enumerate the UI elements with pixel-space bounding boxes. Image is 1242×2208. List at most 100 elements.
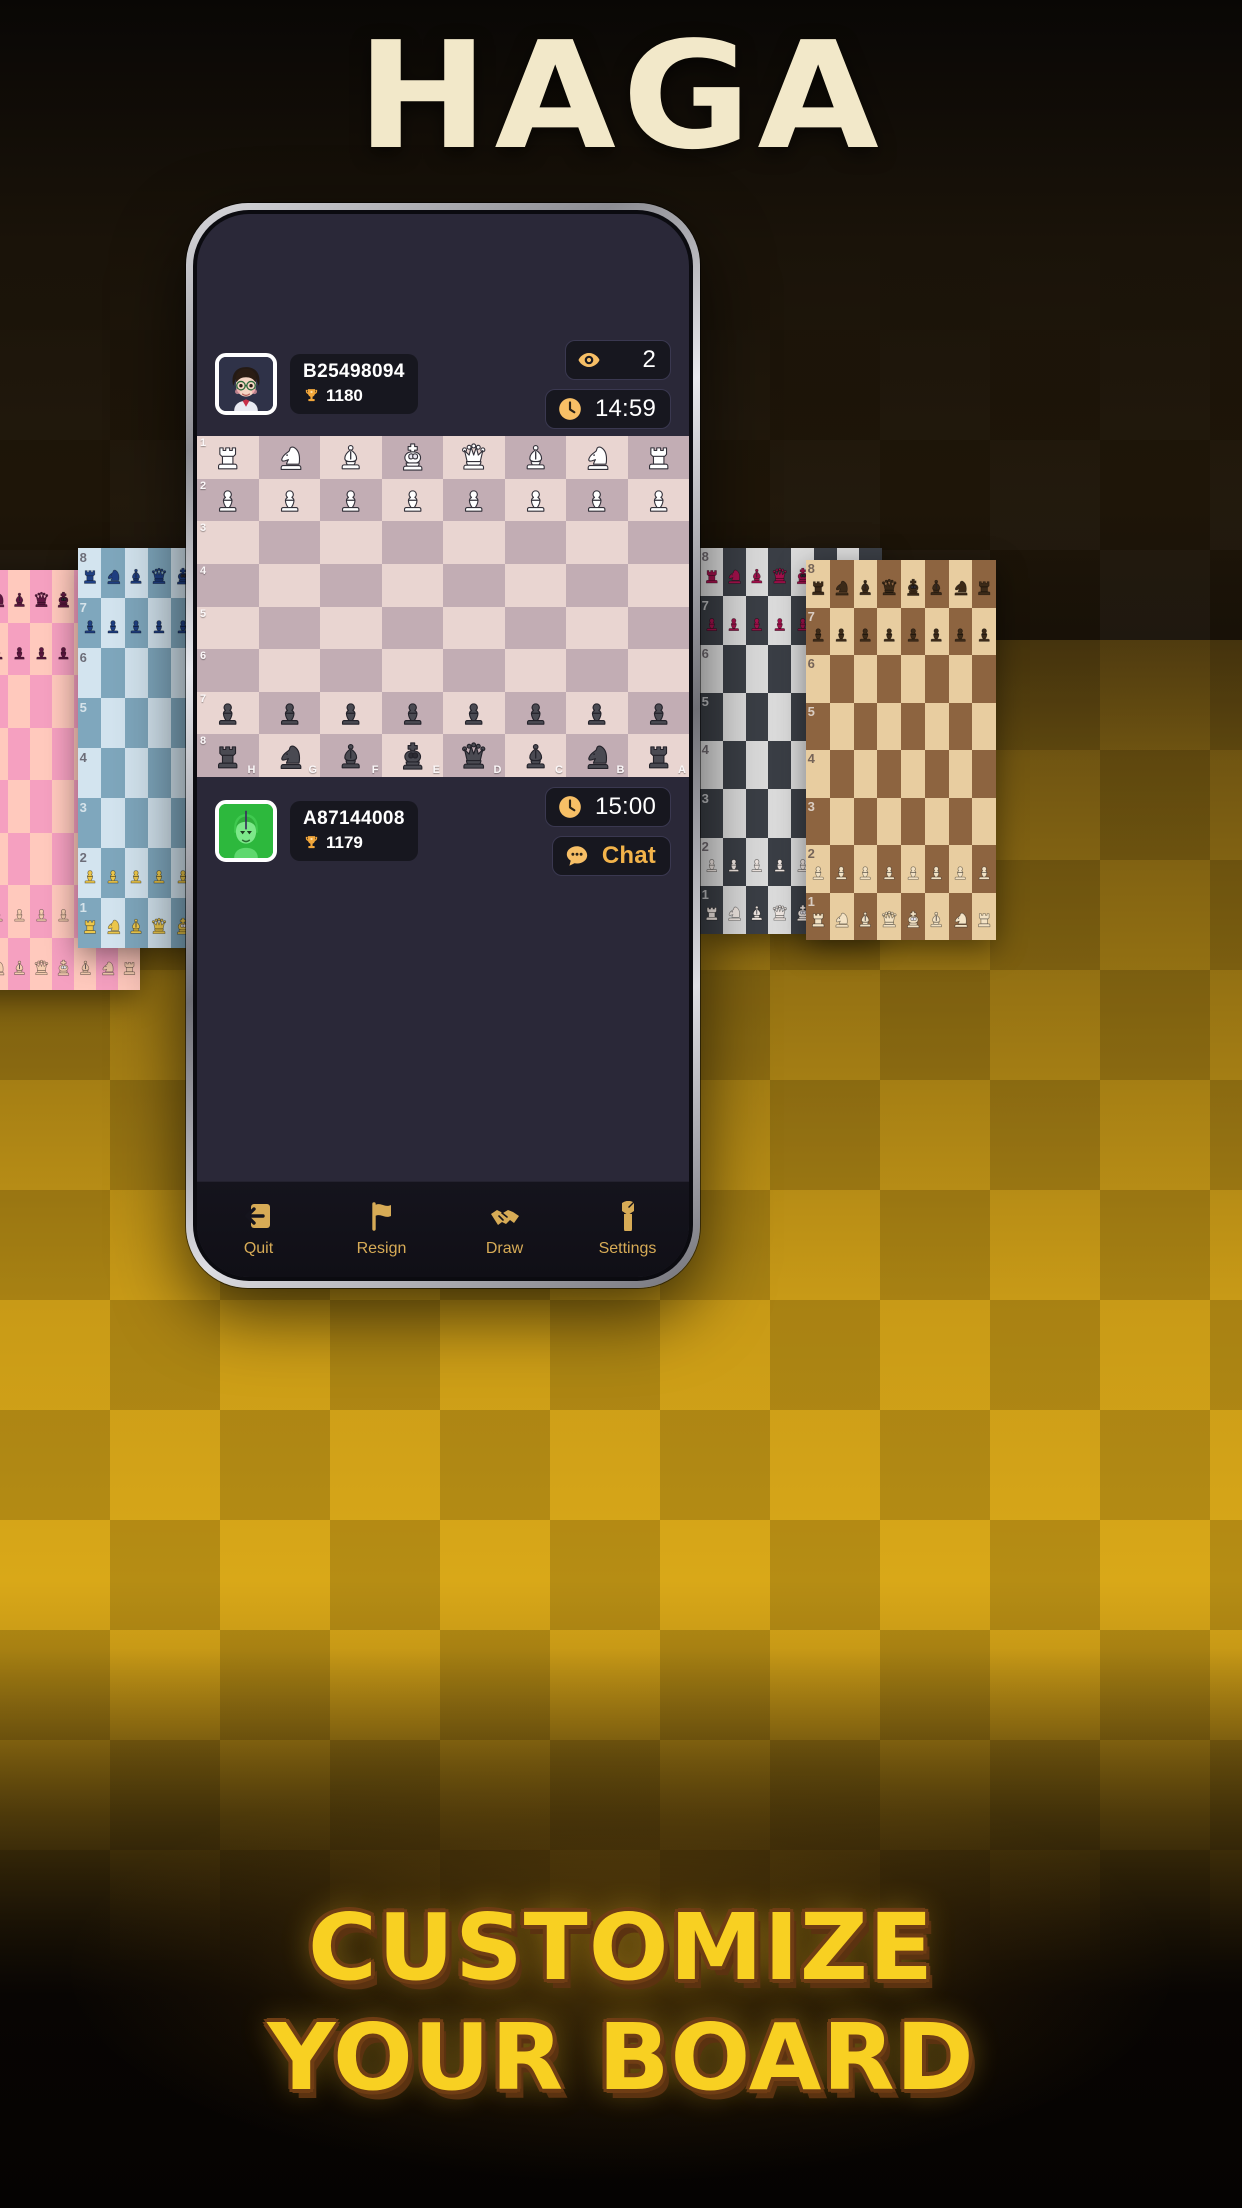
nav-item-quit[interactable]: Quit xyxy=(197,1201,320,1258)
board-square[interactable] xyxy=(504,521,566,564)
chess-piece[interactable] xyxy=(448,695,500,731)
board-square[interactable]: 3 xyxy=(197,521,259,564)
chess-piece[interactable] xyxy=(386,482,438,518)
board-square[interactable] xyxy=(443,649,505,692)
chess-piece[interactable] xyxy=(632,439,684,475)
chess-piece[interactable] xyxy=(509,482,561,518)
board-square[interactable]: 7 xyxy=(197,691,259,735)
board-square[interactable] xyxy=(258,521,320,564)
board-square[interactable] xyxy=(443,563,505,607)
board-square[interactable] xyxy=(504,563,566,607)
chess-piece[interactable] xyxy=(571,439,623,475)
board-square[interactable] xyxy=(258,691,320,735)
nav-item-draw[interactable]: Draw xyxy=(443,1201,566,1258)
board-square[interactable] xyxy=(258,436,320,479)
board-square[interactable] xyxy=(320,478,382,522)
board-square[interactable] xyxy=(504,691,566,735)
board-square[interactable] xyxy=(627,478,689,522)
nav-item-settings[interactable]: Settings xyxy=(566,1201,689,1258)
avatar-player-icon[interactable] xyxy=(215,800,277,862)
board-square[interactable]: A xyxy=(627,734,689,777)
board-square[interactable] xyxy=(381,521,443,564)
board-square[interactable]: D xyxy=(443,734,505,777)
board-square[interactable]: 8H xyxy=(197,734,259,777)
board-square[interactable] xyxy=(566,436,628,479)
board-square[interactable] xyxy=(566,563,628,607)
board-square[interactable] xyxy=(566,649,628,692)
board-square[interactable] xyxy=(258,563,320,607)
chess-piece[interactable] xyxy=(509,695,561,731)
chess-piece[interactable] xyxy=(632,695,684,731)
board-square[interactable] xyxy=(627,649,689,692)
board-square[interactable] xyxy=(320,691,382,735)
board-square[interactable]: 2 xyxy=(197,478,259,522)
chess-piece[interactable] xyxy=(202,439,254,475)
chess-piece[interactable] xyxy=(263,439,315,475)
board-square[interactable] xyxy=(320,521,382,564)
board-square[interactable] xyxy=(381,436,443,479)
board-square[interactable] xyxy=(320,649,382,692)
chess-board[interactable]: 1 2 3 4 5 6 7 8 H G F E D C B A xyxy=(197,436,689,777)
board-square[interactable] xyxy=(627,521,689,564)
board-square[interactable] xyxy=(566,691,628,735)
board-square[interactable] xyxy=(443,521,505,564)
chess-piece[interactable] xyxy=(263,695,315,731)
player-clock-badge[interactable]: 15:00 xyxy=(544,786,671,827)
chess-board-container[interactable]: 1 2 3 4 5 6 7 8 H G F E D C B A xyxy=(197,436,689,777)
board-square[interactable] xyxy=(381,606,443,650)
chess-piece[interactable] xyxy=(263,482,315,518)
chess-piece[interactable] xyxy=(571,695,623,731)
chess-piece[interactable] xyxy=(325,439,377,475)
board-square[interactable] xyxy=(627,436,689,479)
chat-button[interactable]: Chat xyxy=(551,835,671,876)
board-square[interactable] xyxy=(320,436,382,479)
chess-piece[interactable] xyxy=(571,482,623,518)
board-square[interactable] xyxy=(504,606,566,650)
board-square[interactable] xyxy=(504,436,566,479)
board-square[interactable]: E xyxy=(381,734,443,777)
board-square[interactable] xyxy=(258,606,320,650)
chess-piece[interactable] xyxy=(632,482,684,518)
board-square[interactable] xyxy=(443,691,505,735)
chess-piece[interactable] xyxy=(202,482,254,518)
board-square[interactable] xyxy=(566,606,628,650)
board-square[interactable] xyxy=(381,478,443,522)
chess-piece[interactable] xyxy=(448,738,500,774)
board-square[interactable] xyxy=(320,563,382,607)
board-square[interactable] xyxy=(566,478,628,522)
board-square[interactable]: B xyxy=(566,734,628,777)
chess-piece[interactable] xyxy=(386,439,438,475)
board-square[interactable] xyxy=(504,478,566,522)
board-square[interactable] xyxy=(443,478,505,522)
chess-piece[interactable] xyxy=(448,439,500,475)
chess-piece[interactable] xyxy=(325,695,377,731)
chess-piece[interactable] xyxy=(632,738,684,774)
spectator-count-badge[interactable]: 2 xyxy=(565,339,671,380)
board-square[interactable]: 1 xyxy=(197,436,259,479)
board-square[interactable]: 5 xyxy=(197,606,259,650)
board-square[interactable]: 6 xyxy=(197,649,259,692)
chess-piece[interactable] xyxy=(448,482,500,518)
board-square[interactable]: F xyxy=(320,734,382,777)
avatar-opponent-icon[interactable] xyxy=(215,353,277,415)
chess-piece[interactable] xyxy=(509,738,561,774)
chess-piece[interactable] xyxy=(325,738,377,774)
chess-piece[interactable] xyxy=(202,738,254,774)
board-square[interactable] xyxy=(381,649,443,692)
chess-piece[interactable] xyxy=(571,738,623,774)
board-square[interactable] xyxy=(566,521,628,564)
chess-piece[interactable] xyxy=(325,482,377,518)
board-square[interactable] xyxy=(443,606,505,650)
board-theme-preview-wood[interactable]: 8 7 6 5 4 3 2 1 xyxy=(806,560,996,940)
board-square[interactable] xyxy=(504,649,566,692)
board-square[interactable]: C xyxy=(504,734,566,777)
board-square[interactable] xyxy=(627,563,689,607)
board-square[interactable] xyxy=(627,606,689,650)
board-square[interactable] xyxy=(258,649,320,692)
board-square[interactable] xyxy=(381,691,443,735)
board-square[interactable] xyxy=(320,606,382,650)
board-square[interactable]: G xyxy=(258,734,320,777)
board-square[interactable]: 4 xyxy=(197,563,259,607)
nav-item-resign[interactable]: Resign xyxy=(320,1201,443,1258)
chess-piece[interactable] xyxy=(386,695,438,731)
